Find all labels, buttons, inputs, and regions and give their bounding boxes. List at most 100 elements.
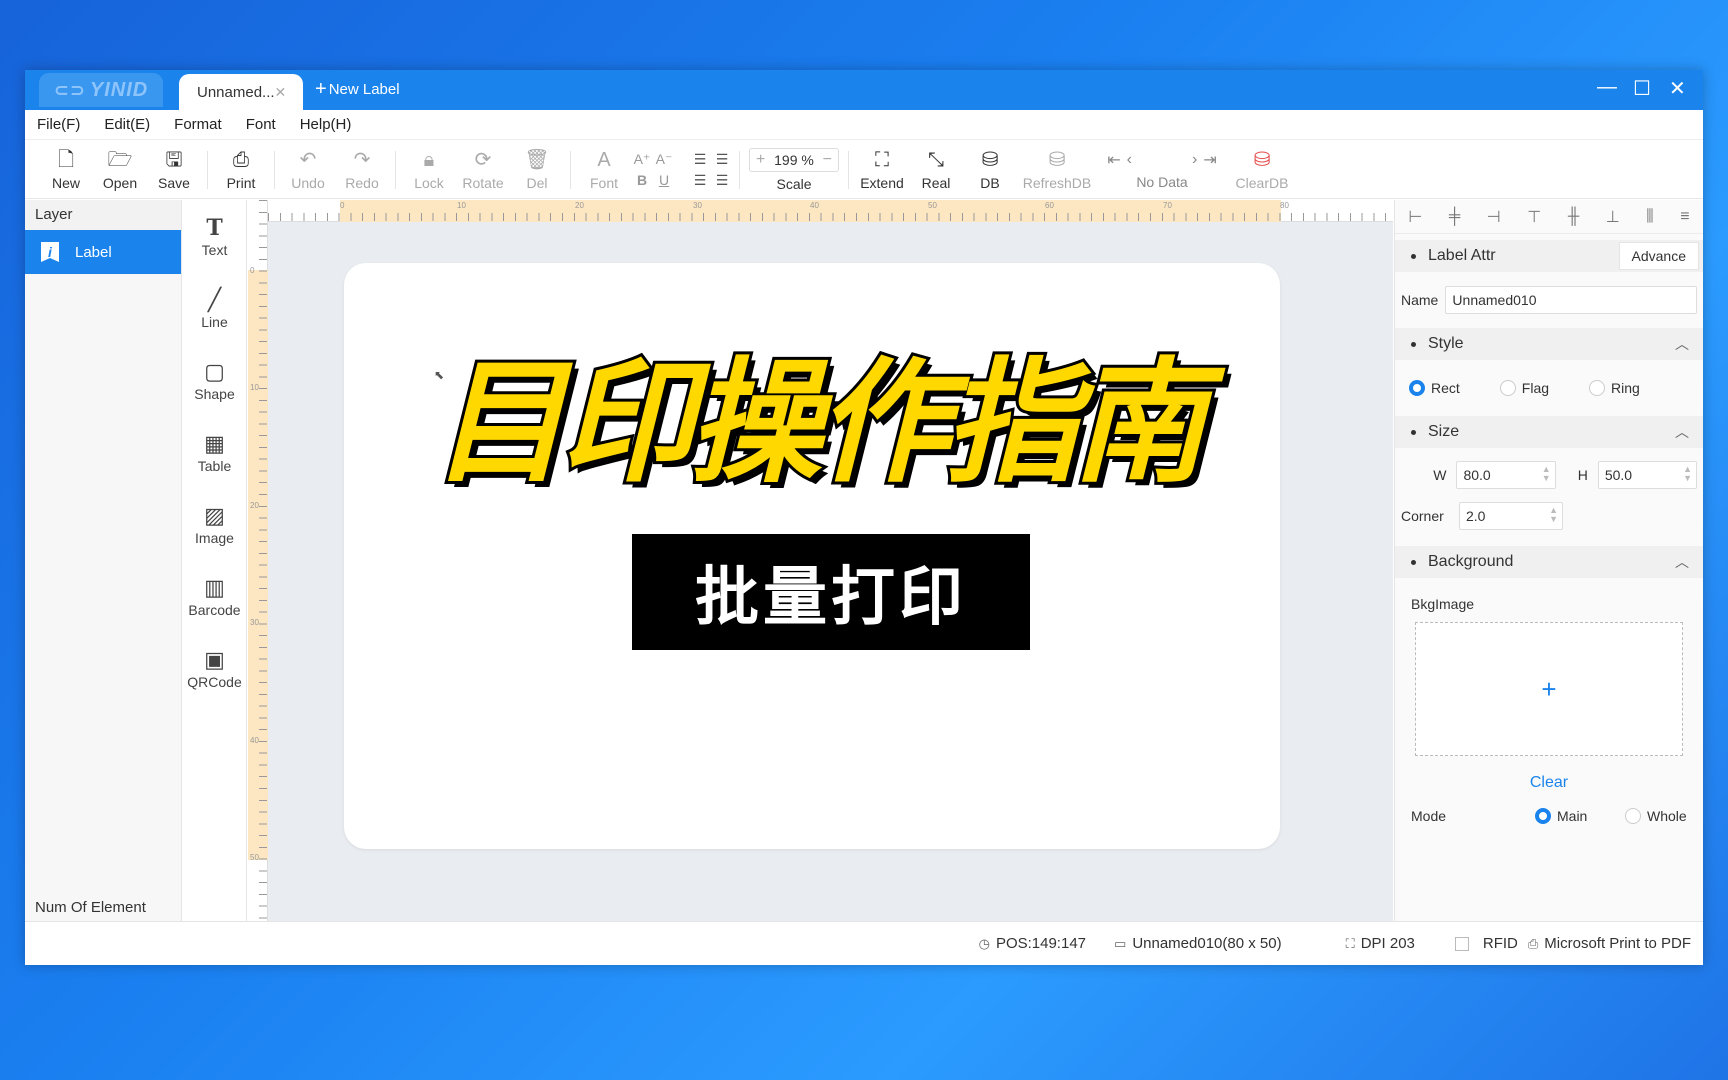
- align-v-center-icon[interactable]: ╫: [1568, 208, 1579, 226]
- rfid-toggle[interactable]: RFID: [1454, 935, 1518, 952]
- refreshdb-button[interactable]: ⛁ RefreshDB: [1017, 142, 1097, 198]
- rotate-button[interactable]: ⟳ Rotate: [456, 142, 510, 198]
- style-rect-radio[interactable]: Rect: [1409, 380, 1460, 396]
- qrcode-tool[interactable]: ▣ QRCode: [183, 632, 246, 704]
- extend-button[interactable]: ⛶ Extend: [855, 142, 909, 198]
- open-button[interactable]: 🗁 Open: [93, 142, 147, 198]
- minimize-icon[interactable]: —: [1597, 76, 1617, 101]
- style-ring-radio[interactable]: Ring: [1589, 380, 1640, 396]
- font-button[interactable]: A Font: [577, 142, 631, 198]
- print-button[interactable]: ⎙ Print: [214, 142, 268, 198]
- title-text-element[interactable]: 目印操作指南: [429, 350, 1209, 496]
- label-sheet[interactable]: ⬉ 目印操作指南 批量打印: [344, 263, 1280, 849]
- scale-label: Scale: [776, 175, 812, 192]
- font-format-group: A⁺ A⁻ B U: [631, 151, 675, 188]
- align-left-icon[interactable]: ☰: [689, 151, 711, 168]
- distribute-v-icon[interactable]: ≡: [1680, 208, 1689, 226]
- corner-input[interactable]: 2.0 ▲ ▼: [1459, 502, 1563, 530]
- zoom-in-icon[interactable]: +: [756, 151, 765, 169]
- save-button[interactable]: 🖫 Save: [147, 142, 201, 198]
- toolbar-divider: [207, 150, 208, 189]
- ruler-mark: 0: [250, 266, 255, 275]
- bold-icon[interactable]: B: [631, 172, 653, 188]
- num-of-element: Num Of Element: [35, 899, 146, 916]
- barcode-tool[interactable]: ▥ Barcode: [183, 560, 246, 632]
- record-index[interactable]: [1138, 150, 1186, 170]
- redo-button[interactable]: ↷ Redo: [335, 142, 389, 198]
- scale-input[interactable]: + 199 % −: [749, 147, 839, 172]
- document-tab[interactable]: Unnamed... ✕: [179, 74, 303, 110]
- image-tool[interactable]: ▨ Image: [183, 488, 246, 560]
- next-record-icon[interactable]: ›: [1192, 151, 1197, 169]
- menu-format[interactable]: Format: [174, 116, 222, 133]
- rfid-checkbox[interactable]: [1454, 936, 1469, 951]
- align-left-edge-icon[interactable]: ⊢: [1408, 207, 1422, 227]
- mode-main-radio[interactable]: Main: [1535, 808, 1625, 824]
- close-icon[interactable]: ✕: [1669, 76, 1686, 101]
- undo-button[interactable]: ↶ Undo: [281, 142, 335, 198]
- corner-row: Corner 2.0 ▲ ▼: [1395, 498, 1703, 534]
- distribute-h-icon[interactable]: ⫼: [1646, 208, 1653, 226]
- align-top-edge-icon[interactable]: ⊤: [1527, 207, 1541, 227]
- spinner-icon[interactable]: ▲ ▼: [1542, 465, 1551, 483]
- spinner-icon[interactable]: ▲ ▼: [1549, 506, 1558, 524]
- advance-button[interactable]: Advance: [1618, 242, 1699, 270]
- ruler-mark: 50: [928, 201, 937, 210]
- subtitle-text-element[interactable]: 批量打印: [632, 534, 1030, 650]
- new-label-button[interactable]: + New Label: [315, 78, 400, 101]
- width-input[interactable]: 80.0 ▲ ▼: [1456, 461, 1556, 489]
- ruler-mark: 80: [1280, 201, 1289, 210]
- file-icon: ▭: [1114, 935, 1127, 951]
- shape-tool[interactable]: ▢ Shape: [183, 344, 246, 416]
- align-right-icon[interactable]: ☰: [711, 151, 733, 168]
- close-tab-icon[interactable]: ✕: [275, 84, 287, 101]
- menu-file[interactable]: File(F): [37, 116, 80, 133]
- height-input[interactable]: 50.0 ▲ ▼: [1597, 461, 1697, 489]
- align-right-edge-icon[interactable]: ⊣: [1487, 207, 1501, 227]
- table-tool[interactable]: ▦ Table: [183, 416, 246, 488]
- align-bottom-edge-icon[interactable]: ⊥: [1606, 207, 1620, 227]
- layer-item-label[interactable]: i Label: [25, 230, 181, 274]
- real-button[interactable]: ⤡ Real: [909, 142, 963, 198]
- style-section[interactable]: Style ︿: [1395, 328, 1703, 360]
- size-section[interactable]: Size ︿: [1395, 416, 1703, 448]
- spinner-icon[interactable]: ▲ ▼: [1683, 465, 1692, 483]
- text-tool[interactable]: T Text: [183, 200, 246, 272]
- align-justify-icon[interactable]: ☰: [711, 172, 733, 189]
- delete-button[interactable]: 🗑︎ Del: [510, 142, 564, 198]
- chevron-up-icon[interactable]: ︿: [1675, 334, 1689, 354]
- printer-select[interactable]: ⎙ Microsoft Print to PDF: [1528, 935, 1691, 952]
- cleardb-button[interactable]: ⛁ ClearDB: [1227, 142, 1297, 198]
- chevron-up-icon[interactable]: ︿: [1675, 422, 1689, 442]
- font-shrink-icon[interactable]: A⁻: [653, 151, 675, 168]
- underline-icon[interactable]: U: [653, 172, 675, 188]
- app-window: ⊂⊃ YINID Unnamed... ✕ + New Label — ☐ ✕ F…: [25, 70, 1703, 965]
- design-canvas[interactable]: 0 10 20 30 40 50 60 70 80 0 10 20 30 40 …: [248, 200, 1393, 921]
- lock-button[interactable]: 🔒︎ Lock: [402, 142, 456, 198]
- background-section[interactable]: Background ︿: [1395, 546, 1703, 578]
- align-center-icon[interactable]: ☰: [689, 172, 711, 189]
- dpi-info[interactable]: ⛶ DPI 203: [1346, 935, 1415, 952]
- align-h-center-icon[interactable]: ╪: [1449, 208, 1460, 226]
- menu-font[interactable]: Font: [246, 116, 276, 133]
- mode-whole-radio[interactable]: Whole: [1625, 808, 1687, 824]
- zoom-out-icon[interactable]: −: [823, 151, 832, 169]
- bkgimage-dropzone[interactable]: +: [1415, 622, 1683, 756]
- first-record-icon[interactable]: ⇤: [1107, 150, 1120, 170]
- line-tool[interactable]: ╱ Line: [183, 272, 246, 344]
- last-record-icon[interactable]: ⇥: [1203, 150, 1216, 170]
- lock-icon: 🔒︎: [423, 148, 435, 171]
- menu-help[interactable]: Help(H): [300, 116, 352, 133]
- font-grow-icon[interactable]: A⁺: [631, 151, 653, 168]
- image-icon: ▨: [204, 503, 225, 528]
- new-button[interactable]: 🗋 New: [39, 142, 93, 198]
- clear-button[interactable]: Clear: [1395, 774, 1703, 792]
- menu-edit[interactable]: Edit(E): [104, 116, 150, 133]
- chevron-up-icon[interactable]: ︿: [1675, 552, 1689, 572]
- maximize-icon[interactable]: ☐: [1633, 76, 1651, 101]
- db-button[interactable]: ⛁ DB: [963, 142, 1017, 198]
- prev-record-icon[interactable]: ‹: [1127, 151, 1132, 169]
- name-input[interactable]: Unnamed010: [1445, 286, 1697, 314]
- toolbar-divider: [274, 150, 275, 189]
- style-flag-radio[interactable]: Flag: [1499, 380, 1549, 396]
